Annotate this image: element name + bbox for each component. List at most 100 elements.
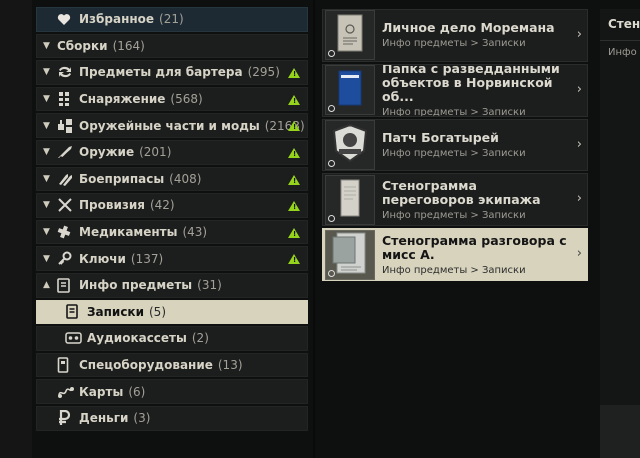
chevron-right-icon[interactable]: › xyxy=(577,27,582,42)
warning-symbol: ! xyxy=(293,203,297,212)
detail-panel-footer xyxy=(600,405,640,458)
chevron-down-icon[interactable]: ▼ xyxy=(43,254,57,264)
special-equipment-icon xyxy=(57,357,79,373)
category-label: Спецоборудование xyxy=(79,358,213,373)
patch-icon xyxy=(331,123,369,167)
chevron-up-icon[interactable]: ▲ xyxy=(43,280,57,290)
category-count: (164) xyxy=(112,38,145,53)
category-label: Предметы для бартера xyxy=(79,65,243,80)
radio-dot-icon xyxy=(328,105,335,113)
item-row[interactable]: Стенограмма разговора с мисс А. Инфо пред… xyxy=(322,228,588,281)
category-label: Инфо предметы xyxy=(79,278,193,293)
category-label: Записки xyxy=(87,304,144,319)
chevron-right-icon[interactable]: › xyxy=(577,246,582,261)
chevron-down-icon[interactable]: ▼ xyxy=(43,67,57,77)
category-label: Избранное xyxy=(79,12,155,27)
left-backdrop xyxy=(0,0,32,458)
item-detail-panel: Стенограмма разговора с мисс А. Инфо пре… xyxy=(600,9,640,458)
category-12[interactable]: Аудиокассеты (2) xyxy=(36,326,308,351)
detail-divider xyxy=(600,40,640,41)
category-13[interactable]: Спецоборудование (13) xyxy=(36,352,308,378)
warning-icon: ! xyxy=(288,174,300,185)
category-label: Медикаменты xyxy=(79,225,178,240)
chevron-down-icon[interactable]: ▼ xyxy=(43,41,57,51)
item-thumbnail xyxy=(325,65,375,116)
category-count: (6) xyxy=(128,384,146,399)
category-label: Снаряжение xyxy=(79,92,166,107)
category-label: Карты xyxy=(79,384,124,399)
item-row[interactable]: Патч Богатырей Инфо предметы > Записки › xyxy=(322,118,588,172)
cassette-icon xyxy=(65,332,87,345)
item-row[interactable]: Папка с разведданными объектов в Норвинс… xyxy=(322,63,588,117)
category-10[interactable]: ▲ Инфо предметы (31) xyxy=(36,272,308,298)
category-3[interactable]: ▼ Снаряжение (568)! xyxy=(36,86,308,112)
category-11[interactable]: Записки (5) xyxy=(36,299,308,325)
item-category-path: Инфо предметы > Записки xyxy=(382,38,526,50)
category-0[interactable]: Избранное (21) xyxy=(36,7,308,32)
radio-dot-icon xyxy=(328,50,335,58)
category-count: (43) xyxy=(182,225,208,240)
category-6[interactable]: ▼ Боеприпасы (408)! xyxy=(36,166,308,192)
weapon-parts-icon xyxy=(57,118,79,134)
barter-icon xyxy=(57,65,79,79)
warning-symbol: ! xyxy=(293,123,297,132)
chevron-right-icon[interactable]: › xyxy=(577,82,582,97)
category-1[interactable]: ▼ Сборки (164) xyxy=(36,33,308,59)
item-info: Стенограмма разговора с мисс А. Инфо пред… xyxy=(375,229,587,280)
category-label: Сборки xyxy=(57,38,108,53)
item-info: Патч Богатырей Инфо предметы > Записки xyxy=(375,120,587,171)
item-row[interactable]: Стенограмма переговоров экипажа Инфо пред… xyxy=(322,173,588,227)
category-5[interactable]: ▼ Оружие (201)! xyxy=(36,139,308,165)
category-label: Деньги xyxy=(79,411,129,426)
category-2[interactable]: ▼ Предметы для бартера (295)! xyxy=(36,60,308,85)
item-info: Личное дело Моремана Инфо предметы > Запи… xyxy=(375,10,587,61)
category-count: (2) xyxy=(191,331,209,346)
category-4[interactable]: ▼ Оружейные части и моды (2163)! xyxy=(36,113,308,138)
heart-icon xyxy=(57,13,79,26)
chevron-down-icon[interactable]: ▼ xyxy=(43,174,57,184)
paper-icon xyxy=(340,179,360,221)
category-count: (42) xyxy=(149,198,175,213)
warning-icon: ! xyxy=(288,147,300,158)
item-info: Стенограмма переговоров экипажа Инфо пред… xyxy=(375,174,587,225)
warning-icon: ! xyxy=(288,94,300,105)
category-count: (21) xyxy=(159,12,184,27)
chevron-down-icon[interactable]: ▼ xyxy=(43,121,57,131)
chevron-down-icon[interactable]: ▼ xyxy=(43,147,57,157)
warning-icon: ! xyxy=(288,68,300,79)
category-count: (295) xyxy=(247,65,280,80)
chevron-right-icon[interactable]: › xyxy=(577,191,582,206)
warning-icon: ! xyxy=(288,227,300,238)
category-label: Оружие xyxy=(79,145,135,160)
chevron-down-icon[interactable]: ▼ xyxy=(43,94,57,104)
chevron-down-icon[interactable]: ▼ xyxy=(43,200,57,210)
item-name: Патч Богатырей xyxy=(382,129,499,145)
category-label: Провизия xyxy=(79,198,145,213)
blue-folder-icon xyxy=(338,70,362,110)
item-list: Личное дело Моремана Инфо предметы > Запи… xyxy=(322,9,588,281)
category-9[interactable]: ▼ Ключи (137)! xyxy=(36,246,308,271)
radio-dot-icon xyxy=(328,159,335,167)
category-8[interactable]: ▼ Медикаменты (43)! xyxy=(36,219,308,245)
chevron-right-icon[interactable]: › xyxy=(577,137,582,152)
category-7[interactable]: ▼ Провизия (42)! xyxy=(36,193,308,218)
item-row[interactable]: Личное дело Моремана Инфо предметы > Запи… xyxy=(322,9,588,62)
category-14[interactable]: Карты (6) xyxy=(36,379,308,404)
warning-symbol: ! xyxy=(293,256,297,265)
chevron-down-icon[interactable]: ▼ xyxy=(43,227,57,237)
category-label: Аудиокассеты xyxy=(87,331,187,346)
category-15[interactable]: Деньги (3) xyxy=(36,405,308,431)
info-items-icon xyxy=(57,277,79,293)
category-sidebar: Избранное (21) ▼ Сборки (164) ▼ Предметы для б… xyxy=(36,7,308,431)
map-icon xyxy=(57,385,79,399)
warning-icon: ! xyxy=(288,121,300,132)
paper-photo-icon xyxy=(331,231,369,279)
warning-symbol: ! xyxy=(293,70,297,79)
ruble-icon xyxy=(57,410,79,426)
item-info: Папка с разведданными объектов в Норвинс… xyxy=(375,65,587,116)
item-name: Стенограмма разговора с мисс А. xyxy=(382,232,567,262)
key-icon xyxy=(57,251,79,266)
notes-icon xyxy=(65,304,87,320)
category-label: Боеприпасы xyxy=(79,171,165,186)
gear-icon xyxy=(57,91,79,107)
